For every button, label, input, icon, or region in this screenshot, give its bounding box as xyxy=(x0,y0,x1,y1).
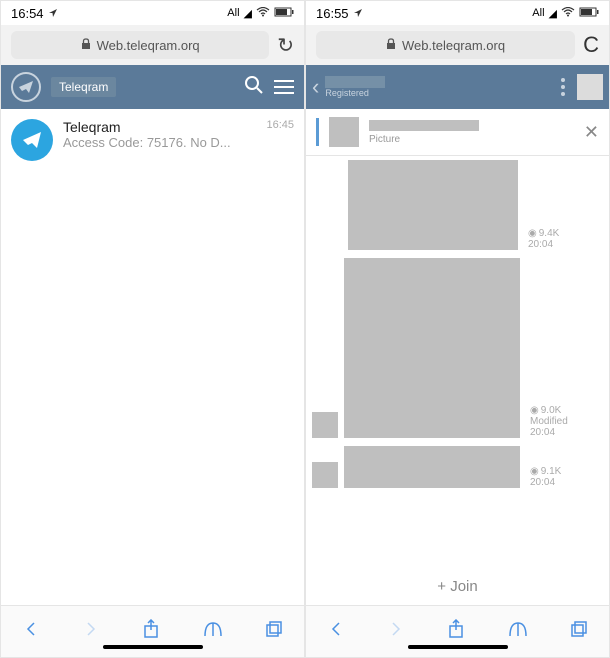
chat-row[interactable]: Teleqram 16:45 Access Code: 75176. No D.… xyxy=(1,109,304,171)
home-indicator[interactable] xyxy=(408,645,508,649)
url-text: Web.teleqram.orq xyxy=(402,38,505,53)
home-indicator[interactable] xyxy=(103,645,203,649)
chat-subtitle: Registered xyxy=(325,88,555,98)
pinned-message[interactable]: Picture ✕ xyxy=(306,109,609,156)
message-list[interactable]: ◉9.4K 20:04 ◉9.0K Modified 20:04 ◉9.1K 2… xyxy=(306,156,609,568)
message-row[interactable]: ◉9.0K Modified 20:04 xyxy=(312,258,603,438)
network-label: All xyxy=(227,7,239,19)
forward-icon[interactable] xyxy=(387,620,405,643)
share-icon[interactable] xyxy=(447,619,465,644)
telegram-logo[interactable] xyxy=(11,72,41,102)
bookmarks-icon[interactable] xyxy=(508,620,528,643)
view-count: 9.0K xyxy=(541,405,562,416)
eye-icon: ◉ xyxy=(530,466,539,477)
browser-bar: Web.teleqram.orq C xyxy=(306,25,609,65)
reload-icon[interactable]: ↻ xyxy=(277,33,294,58)
pinned-indicator xyxy=(316,118,319,146)
browser-bottom-bar xyxy=(1,605,304,657)
network-label: All xyxy=(532,7,544,19)
chat-avatar-telegram xyxy=(11,119,53,161)
back-icon[interactable]: ‹ xyxy=(312,74,319,100)
back-icon[interactable] xyxy=(327,620,345,643)
tabs-icon[interactable] xyxy=(265,620,283,643)
browser-bottom-bar xyxy=(306,605,609,657)
lock-icon xyxy=(386,38,396,53)
tabs-icon[interactable] xyxy=(570,620,588,643)
phone-right: 16:55 All ◢ Web.teleqram.orq C ‹ xyxy=(305,0,610,658)
url-field[interactable]: Web.teleqram.orq xyxy=(316,31,575,59)
location-icon xyxy=(48,6,58,21)
sender-avatar xyxy=(312,462,338,488)
chat-time: 16:45 xyxy=(266,119,294,135)
message-time: 20:04 xyxy=(530,477,555,488)
battery-icon xyxy=(274,7,294,20)
search-placeholder[interactable]: Teleqram xyxy=(51,77,116,97)
reload-icon[interactable]: C xyxy=(583,32,599,58)
back-icon[interactable] xyxy=(22,620,40,643)
browser-bar: Web.teleqram.orq ↻ xyxy=(1,25,304,65)
pinned-thumbnail xyxy=(329,117,359,147)
eye-icon: ◉ xyxy=(530,405,539,416)
location-icon xyxy=(353,6,363,21)
more-icon[interactable] xyxy=(561,78,565,96)
chat-name: Teleqram xyxy=(63,119,121,135)
close-icon[interactable]: ✕ xyxy=(584,122,599,143)
bookmarks-icon[interactable] xyxy=(203,620,223,643)
message-time: 20:04 xyxy=(528,239,553,250)
chat-avatar[interactable] xyxy=(577,74,603,100)
telegram-header: Teleqram xyxy=(1,65,304,109)
message-row[interactable]: ◉9.4K 20:04 xyxy=(348,160,603,250)
message-time: 20:04 xyxy=(530,427,555,438)
url-field[interactable]: Web.teleqram.orq xyxy=(11,31,269,59)
message-row[interactable]: ◉9.1K 20:04 xyxy=(312,446,603,488)
message-image xyxy=(344,258,520,438)
status-bar: 16:54 All ◢ xyxy=(1,1,304,25)
phone-left: 16:54 All ◢ Web.teleqram.orq ↻ xyxy=(0,0,305,658)
wifi-icon xyxy=(561,7,575,20)
message-image xyxy=(344,446,520,488)
menu-icon[interactable] xyxy=(274,80,294,94)
status-time: 16:54 xyxy=(11,6,44,21)
search-icon[interactable] xyxy=(244,75,264,100)
wifi-icon xyxy=(256,7,270,20)
status-time: 16:55 xyxy=(316,6,349,21)
forward-icon[interactable] xyxy=(82,620,100,643)
chat-title-redacted xyxy=(325,76,385,88)
url-text: Web.teleqram.orq xyxy=(97,38,200,53)
view-count: 9.1K xyxy=(541,466,562,477)
pinned-title-redacted xyxy=(369,120,479,131)
chat-preview: Access Code: 75176. No D... xyxy=(63,135,294,150)
view-count: 9.4K xyxy=(539,228,560,239)
chat-list: Teleqram 16:45 Access Code: 75176. No D.… xyxy=(1,109,304,605)
battery-icon xyxy=(579,7,599,20)
signal-icon: ◢ xyxy=(549,7,557,20)
lock-icon xyxy=(81,38,91,53)
share-icon[interactable] xyxy=(142,619,160,644)
pinned-subtitle: Picture xyxy=(369,134,574,145)
eye-icon: ◉ xyxy=(528,228,537,239)
status-bar: 16:55 All ◢ xyxy=(306,1,609,25)
telegram-chat-header: ‹ Registered xyxy=(306,65,609,109)
message-image xyxy=(348,160,518,250)
join-button[interactable]: + Join xyxy=(306,568,609,605)
signal-icon: ◢ xyxy=(244,7,252,20)
modified-label: Modified xyxy=(530,416,568,427)
sender-avatar xyxy=(312,412,338,438)
